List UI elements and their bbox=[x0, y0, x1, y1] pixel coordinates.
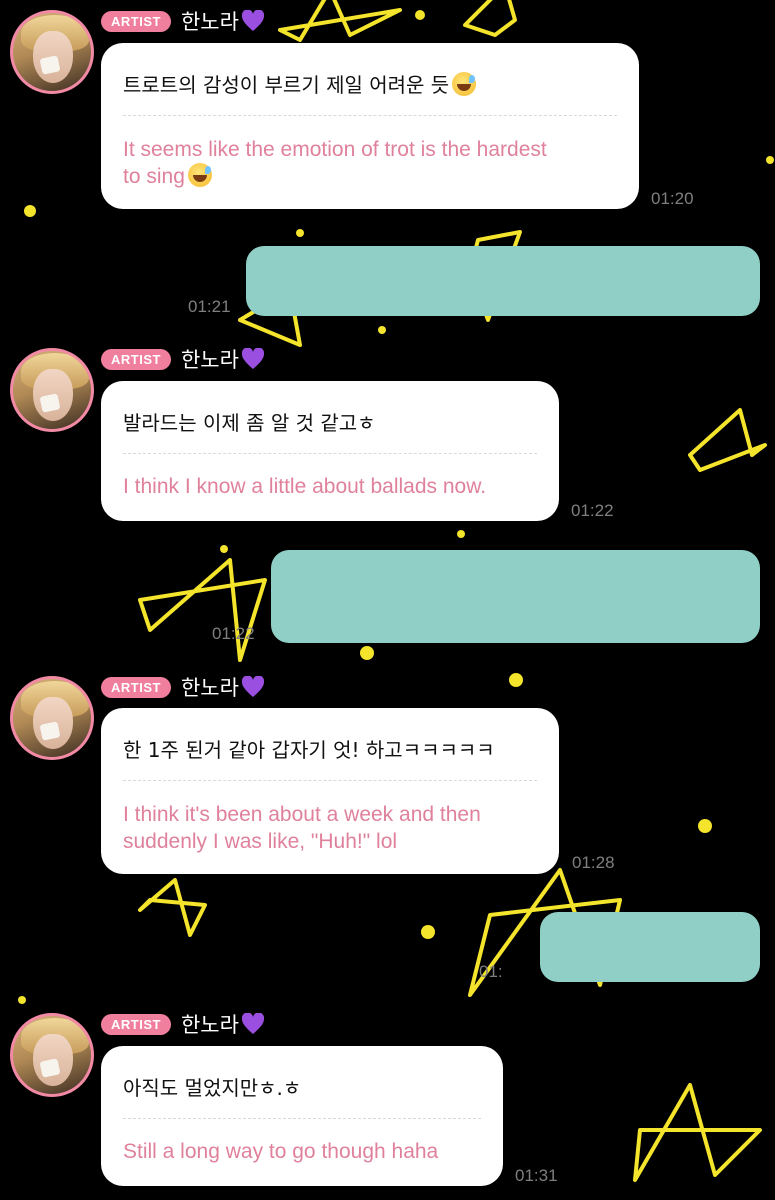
message-header: ARTIST 한노라 bbox=[101, 8, 265, 34]
message-timestamp: 01:22 bbox=[571, 501, 614, 520]
translation-text: It seems like the emotion of trot is the… bbox=[123, 138, 547, 188]
divider bbox=[123, 453, 537, 454]
artist-message-bubble[interactable]: 아직도 멀었지만ㅎ.ㅎ Still a long way to go thoug… bbox=[101, 1046, 503, 1186]
original-text: 아직도 멀었지만ㅎ.ㅎ bbox=[123, 1076, 302, 1100]
artist-avatar[interactable] bbox=[10, 10, 94, 94]
purple-heart-icon bbox=[241, 348, 264, 369]
sent-message-bubble[interactable] bbox=[271, 550, 760, 643]
star-doodle bbox=[138, 558, 267, 662]
artist-badge: ARTIST bbox=[101, 348, 171, 370]
star-dot bbox=[509, 673, 523, 687]
star-doodle bbox=[633, 1083, 762, 1182]
star-dot bbox=[698, 819, 712, 833]
artist-name[interactable]: 한노라 bbox=[181, 344, 265, 374]
artist-message-bubble[interactable]: 발라드는 이제 좀 알 것 같고ㅎ I think I know a littl… bbox=[101, 381, 559, 521]
translation-text: I think it's been about a week and then s… bbox=[123, 803, 481, 853]
star-doodle bbox=[138, 878, 207, 937]
star-dot bbox=[18, 996, 26, 1004]
translation-text: I think I know a little about ballads no… bbox=[123, 475, 487, 498]
sweat-smile-emoji-icon bbox=[187, 163, 212, 187]
message-timestamp: 01:22 bbox=[212, 624, 255, 643]
artist-avatar[interactable] bbox=[10, 676, 94, 760]
star-dot bbox=[421, 925, 435, 939]
sweat-smile-emoji-icon bbox=[452, 72, 477, 96]
message-timestamp: 01: bbox=[479, 962, 503, 981]
artist-name[interactable]: 한노라 bbox=[181, 1009, 265, 1039]
star-dot bbox=[415, 10, 425, 20]
artist-name[interactable]: 한노라 bbox=[181, 6, 265, 36]
divider bbox=[123, 780, 537, 781]
star-dot bbox=[766, 156, 774, 164]
star-doodle bbox=[688, 408, 767, 472]
star-dot bbox=[24, 205, 36, 217]
message-timestamp: 01:28 bbox=[572, 853, 615, 872]
message-timestamp: 01:20 bbox=[651, 189, 694, 208]
artist-badge: ARTIST bbox=[101, 1013, 171, 1035]
message-timestamp: 01:21 bbox=[188, 297, 231, 316]
purple-heart-icon bbox=[241, 676, 264, 697]
star-doodle bbox=[278, 0, 402, 42]
sent-message-bubble[interactable] bbox=[540, 912, 760, 982]
purple-heart-icon bbox=[241, 1013, 264, 1034]
artist-avatar[interactable] bbox=[10, 348, 94, 432]
star-doodle bbox=[463, 0, 517, 37]
divider bbox=[123, 115, 617, 116]
star-dot bbox=[378, 326, 386, 334]
artist-message-bubble[interactable]: 한 1주 된거 같아 갑자기 엇! 하고ㅋㅋㅋㅋㅋ I think it's b… bbox=[101, 708, 559, 874]
message-header: ARTIST 한노라 bbox=[101, 346, 265, 372]
artist-message-bubble[interactable]: 트로트의 감성이 부르기 제일 어려운 듯 It seems like the … bbox=[101, 43, 639, 209]
star-dot bbox=[457, 530, 465, 538]
divider bbox=[123, 1118, 481, 1119]
artist-avatar[interactable] bbox=[10, 1013, 94, 1097]
original-text: 한 1주 된거 같아 갑자기 엇! 하고ㅋㅋㅋㅋㅋ bbox=[123, 738, 495, 762]
star-dot bbox=[220, 545, 228, 553]
translation-text: Still a long way to go though haha bbox=[123, 1140, 439, 1163]
artist-name[interactable]: 한노라 bbox=[181, 672, 265, 702]
purple-heart-icon bbox=[241, 10, 264, 31]
star-dot bbox=[360, 646, 374, 660]
sent-message-bubble[interactable] bbox=[246, 246, 760, 316]
message-timestamp: 01:31 bbox=[515, 1166, 558, 1185]
message-header: ARTIST 한노라 bbox=[101, 1011, 265, 1037]
original-text: 트로트의 감성이 부르기 제일 어려운 듯 bbox=[123, 69, 477, 98]
original-text: 발라드는 이제 좀 알 것 같고ㅎ bbox=[123, 411, 376, 435]
artist-badge: ARTIST bbox=[101, 676, 171, 698]
message-header: ARTIST 한노라 bbox=[101, 674, 265, 700]
star-dot bbox=[296, 229, 304, 237]
artist-badge: ARTIST bbox=[101, 10, 171, 32]
